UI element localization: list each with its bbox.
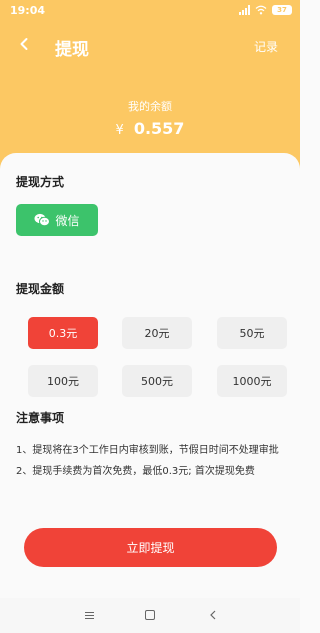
status-time: 19:04	[10, 4, 46, 17]
chevron-left-icon	[20, 38, 28, 50]
method-title: 提现方式	[16, 175, 65, 189]
battery-icon: 37	[272, 5, 292, 15]
nav-home-button[interactable]	[139, 606, 161, 624]
currency-symbol: ¥	[115, 123, 124, 138]
system-nav-bar	[0, 598, 300, 633]
record-link[interactable]: 记录	[254, 38, 278, 55]
amount-option[interactable]: 20元	[122, 317, 192, 349]
nav-menu-button[interactable]	[78, 606, 100, 624]
nav-back-button[interactable]	[202, 606, 224, 624]
menu-icon	[84, 611, 94, 619]
home-icon	[145, 610, 155, 620]
back-button[interactable]	[14, 34, 34, 54]
amount-title: 提现金额	[16, 282, 65, 296]
back-icon	[210, 610, 216, 620]
status-icons: 37	[239, 5, 292, 15]
amount-option[interactable]: 500元	[122, 365, 192, 397]
page-title: 提现	[55, 40, 89, 60]
amount-option[interactable]: 1000元	[217, 365, 287, 397]
wechat-icon	[34, 213, 51, 227]
wifi-icon	[255, 5, 267, 15]
balance-row: ¥ 0.557	[0, 119, 300, 138]
amount-option[interactable]: 50元	[217, 317, 287, 349]
balance-label: 我的余额	[128, 100, 172, 113]
balance-value: 0.557	[133, 119, 185, 138]
withdraw-submit-button[interactable]: 立即提现	[24, 528, 277, 567]
amount-option[interactable]: 0.3元	[28, 317, 98, 349]
header-background	[0, 0, 300, 175]
amount-option[interactable]: 100元	[28, 365, 98, 397]
notice-title: 注意事项	[16, 411, 65, 425]
wechat-method-button[interactable]: 微信	[16, 204, 98, 236]
wechat-label: 微信	[55, 213, 80, 228]
notice-line: 2、提现手续费为首次免费，最低0.3元; 首次提现免费	[16, 466, 255, 477]
signal-icon	[239, 5, 250, 15]
status-bar: 19:04 37	[0, 0, 300, 22]
notice-line: 1、提现将在3个工作日内审核到账，节假日时间不处理审批	[16, 445, 279, 456]
